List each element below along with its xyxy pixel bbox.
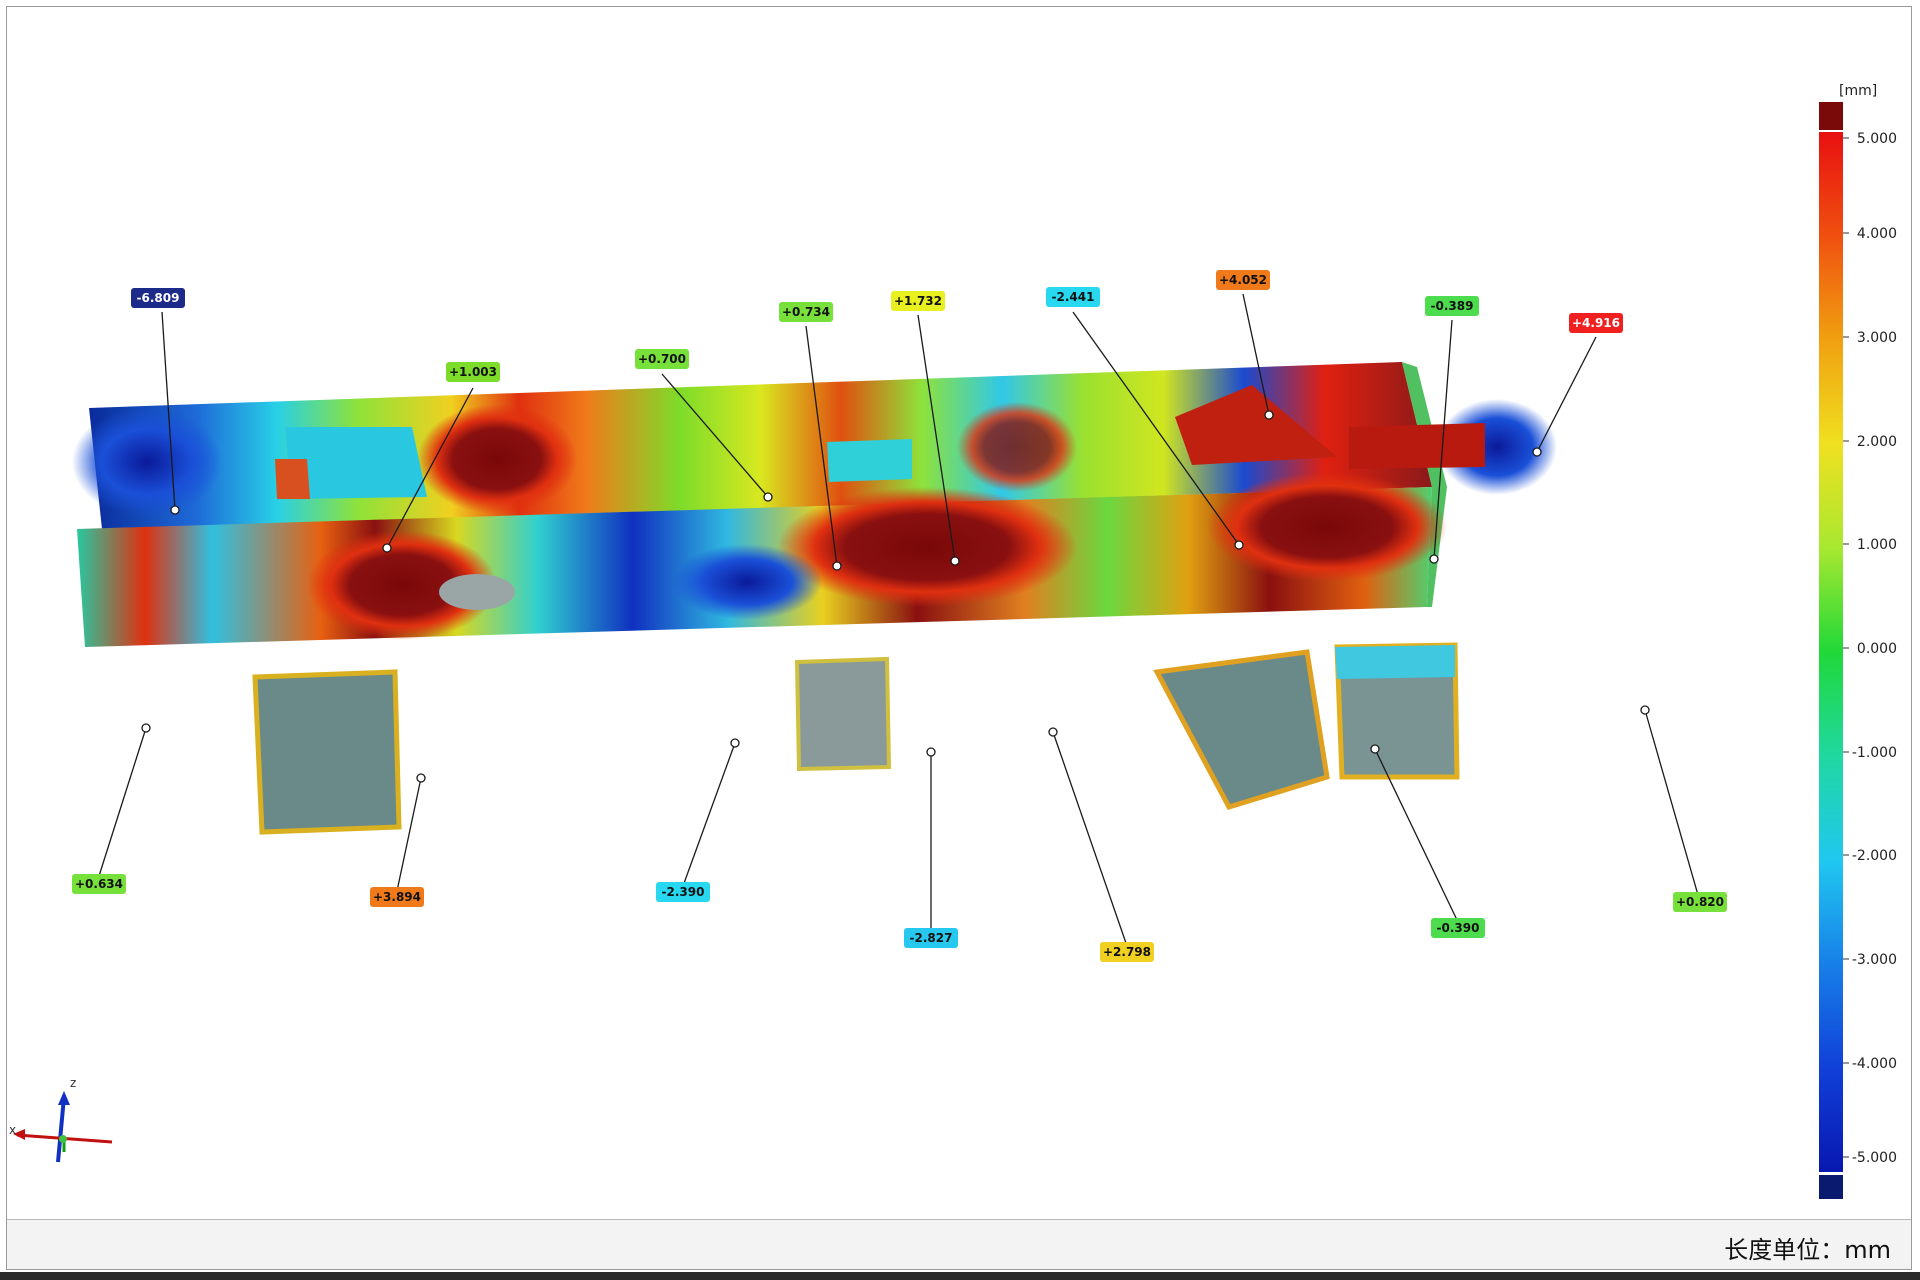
tag-label: +0.634: [75, 877, 123, 891]
legend-tick-label: -3.000: [1852, 952, 1897, 968]
bracket-top-mid: [827, 439, 912, 482]
leader-line: [1536, 336, 1597, 453]
leader-line: [98, 727, 147, 877]
legend-under-swatch: [1819, 1175, 1843, 1199]
x-axis-label: x: [9, 1123, 16, 1137]
leader-line: [1644, 709, 1701, 903]
leader-anchor: [1532, 447, 1542, 457]
legend-tick-label: -1.000: [1852, 745, 1897, 761]
leader-anchor: [1429, 554, 1439, 564]
deviation-tag[interactable]: -0.389: [1425, 296, 1479, 316]
deviation-tag[interactable]: -2.441: [1046, 287, 1100, 307]
leader-anchor: [1234, 540, 1244, 550]
deviation-tag[interactable]: +1.732: [891, 291, 945, 311]
leader-anchor: [1264, 410, 1274, 420]
tag-label: +1.003: [449, 365, 497, 379]
deviation-tag[interactable]: -2.390: [656, 882, 710, 902]
deviation-tag[interactable]: +0.634: [72, 874, 126, 894]
legend-tick-label: 1.000: [1857, 537, 1897, 553]
leader-anchor: [1048, 727, 1058, 737]
leader-anchor: [170, 505, 180, 515]
leader-anchor: [950, 556, 960, 566]
leader-anchor: [141, 723, 151, 733]
bracket-top-left-2: [275, 459, 310, 499]
legend-tick-label: -4.000: [1852, 1056, 1897, 1072]
legend-tick-label: 0.000: [1857, 641, 1897, 657]
deviation-tag[interactable]: +1.003: [446, 362, 500, 382]
deviation-tag[interactable]: -2.827: [904, 928, 958, 948]
length-unit-label: 长度单位：mm: [1724, 1236, 1891, 1264]
deviation-tag[interactable]: +0.700: [635, 349, 689, 369]
deviation-tag[interactable]: -0.390: [1431, 918, 1485, 938]
triad-origin: [59, 1135, 67, 1143]
leader-line: [682, 742, 736, 887]
legend-tick-label: 2.000: [1857, 434, 1897, 450]
tag-label: -2.441: [1052, 290, 1095, 304]
hotspot-5: [957, 402, 1077, 492]
tag-label: +2.798: [1103, 945, 1151, 959]
legend-tick-label: 3.000: [1857, 330, 1897, 346]
coldspot-1: [72, 407, 222, 517]
legend-over-swatch: [1819, 102, 1843, 130]
tag-label: -2.827: [910, 931, 953, 945]
grey-patch: [439, 574, 515, 610]
legend-ticks: [1843, 137, 1849, 1158]
status-bar: 长度单位：mm: [7, 1219, 1911, 1269]
leader-anchor: [926, 747, 936, 757]
tag-label: +4.916: [1572, 316, 1620, 330]
leader-anchor: [730, 738, 740, 748]
axis-triad[interactable]: z x: [9, 1076, 113, 1163]
leader-anchor: [763, 492, 773, 502]
leader-anchor: [1370, 744, 1380, 754]
hotspot-1: [417, 404, 577, 514]
beam-model: [72, 362, 1557, 835]
box-front-4-top: [1335, 645, 1455, 679]
legend-tick-label: -2.000: [1852, 848, 1897, 864]
tag-label: +4.052: [1219, 273, 1267, 287]
leader-anchor: [382, 543, 392, 553]
legend-tick-label: -5.000: [1852, 1150, 1897, 1166]
window-bottom-edge: [0, 1272, 1920, 1280]
tag-label: -0.389: [1431, 299, 1474, 313]
3d-viewport[interactable]: -6.809 +1.003 +0.700 +0.734 +1.732 -2.44…: [7, 7, 1911, 1219]
hotspot-3: [777, 487, 1077, 607]
coldspot-2: [672, 544, 822, 620]
z-axis-icon: [56, 1096, 66, 1163]
tag-label: +3.894: [373, 890, 421, 904]
deviation-tag[interactable]: +4.916: [1569, 313, 1623, 333]
box-front-3: [1153, 649, 1330, 810]
tag-label: +0.820: [1676, 895, 1724, 909]
legend-tick-label: 4.000: [1857, 226, 1897, 242]
tag-label: -2.390: [662, 885, 705, 899]
deviation-tag[interactable]: +0.734: [779, 302, 833, 322]
tag-label: +1.732: [894, 294, 942, 308]
z-axis-label: z: [70, 1076, 76, 1090]
deviation-tag[interactable]: -6.809: [131, 288, 185, 308]
box-front-1: [252, 669, 402, 835]
tag-label: +0.734: [782, 305, 830, 319]
tag-label: -0.390: [1437, 921, 1480, 935]
tag-label: -6.809: [137, 291, 180, 305]
deviation-tag[interactable]: +4.052: [1216, 270, 1270, 290]
leader-line: [1052, 731, 1128, 947]
deviation-tag[interactable]: +2.798: [1100, 942, 1154, 962]
color-legend: [mm] 5.000 4.000 3.000 2.000 1.000 0.000…: [1819, 83, 1897, 1199]
z-arrow-icon: [58, 1091, 70, 1105]
legend-unit: [mm]: [1839, 83, 1877, 99]
leader-anchor: [832, 561, 842, 571]
tag-label: +0.700: [638, 352, 686, 366]
box-front-2: [794, 656, 892, 772]
deviation-tag[interactable]: +0.820: [1673, 892, 1727, 912]
leader-anchor: [416, 773, 426, 783]
legend-tick-label: 5.000: [1857, 131, 1897, 147]
bracket-top-right-2: [1349, 423, 1485, 469]
legend-bar: [1819, 132, 1843, 1172]
leader-anchor: [1640, 705, 1650, 715]
deviation-tag[interactable]: +3.894: [370, 887, 424, 907]
hotspot-4: [1207, 472, 1447, 582]
